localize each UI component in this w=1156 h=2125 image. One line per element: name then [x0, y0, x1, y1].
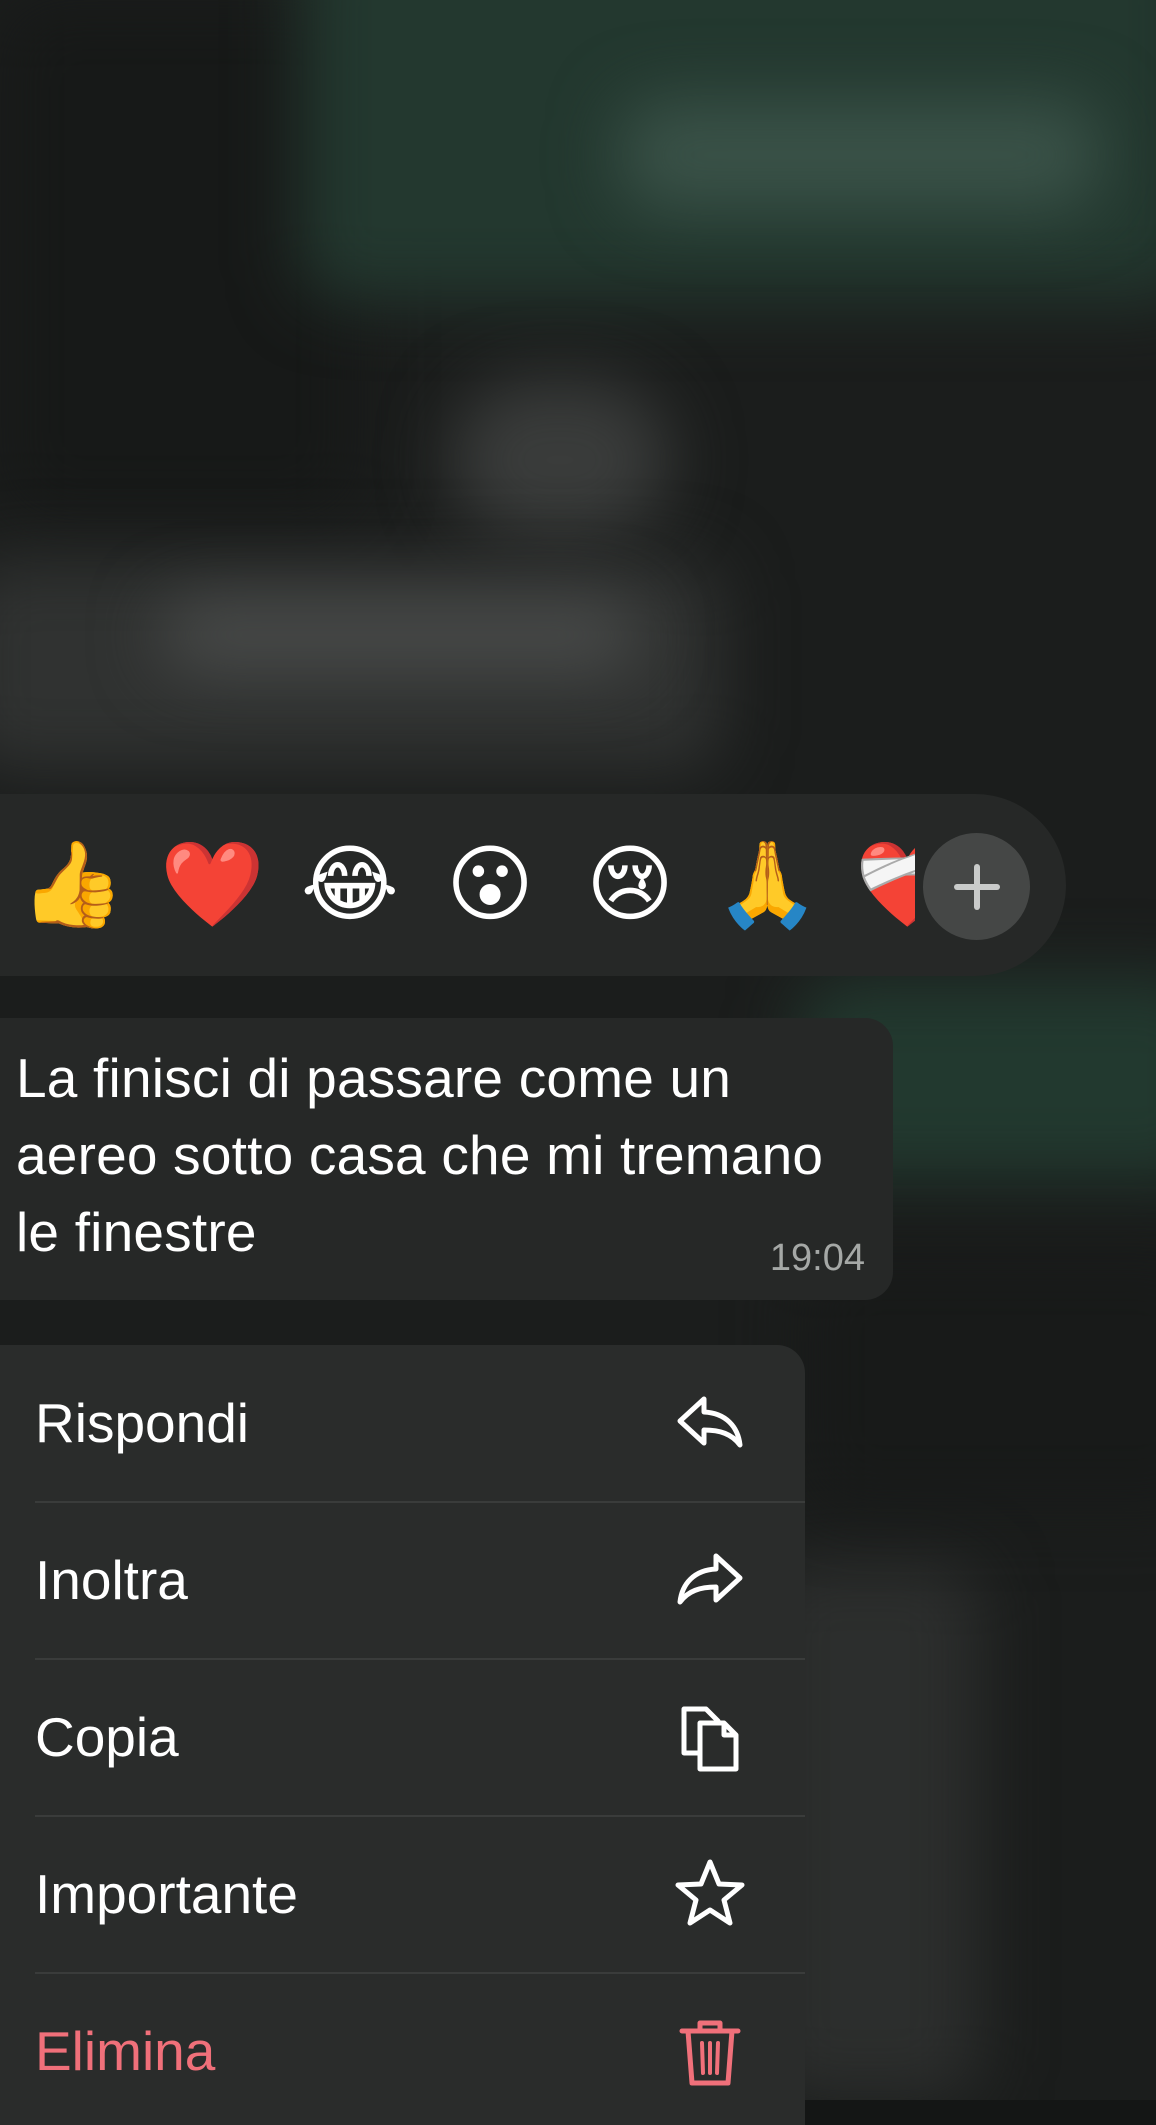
- menu-item-label: Copia: [35, 1706, 179, 1768]
- menu-item-star[interactable]: Importante: [0, 1816, 805, 1972]
- menu-item-label: Importante: [35, 1863, 298, 1925]
- menu-item-label: Rispondi: [35, 1392, 250, 1454]
- add-reaction-button[interactable]: [923, 833, 1030, 940]
- reaction-heart[interactable]: ❤️: [160, 834, 265, 934]
- message-timestamp: 19:04: [769, 1237, 865, 1279]
- menu-item-delete[interactable]: Elimina: [0, 1973, 805, 2125]
- reaction-laughing[interactable]: 😂: [300, 834, 400, 934]
- message-bubble: La finisci di passare come un aereo sott…: [0, 1018, 893, 1300]
- reaction-crying[interactable]: 😢: [580, 834, 680, 934]
- menu-item-reply[interactable]: Rispondi: [0, 1345, 805, 1501]
- reaction-thumbs-up[interactable]: 👍: [20, 834, 125, 934]
- plus-icon: [953, 863, 1000, 910]
- trash-icon: [670, 2011, 750, 2091]
- menu-item-label: Inoltra: [35, 1549, 188, 1611]
- message-context-menu: Rispondi Inoltra Copia Importante Elimin…: [0, 1345, 805, 2125]
- menu-item-label: Elimina: [35, 2020, 216, 2082]
- menu-item-copy[interactable]: Copia: [0, 1659, 805, 1815]
- menu-item-forward[interactable]: Inoltra: [0, 1502, 805, 1658]
- star-icon: [670, 1854, 750, 1934]
- forward-icon: [670, 1540, 750, 1620]
- reply-icon: [670, 1383, 750, 1463]
- reaction-mending-heart[interactable]: ❤️‍🩹: [855, 834, 915, 934]
- reaction-bar: 👍 ❤️ 😂 😮 😢 🙏 ❤️‍🩹: [0, 794, 1066, 976]
- copy-icon: [670, 1697, 750, 1777]
- reaction-pray[interactable]: 🙏: [715, 834, 820, 934]
- reaction-surprised[interactable]: 😮: [440, 834, 540, 934]
- message-text: La finisci di passare come un aereo sott…: [16, 1047, 824, 1263]
